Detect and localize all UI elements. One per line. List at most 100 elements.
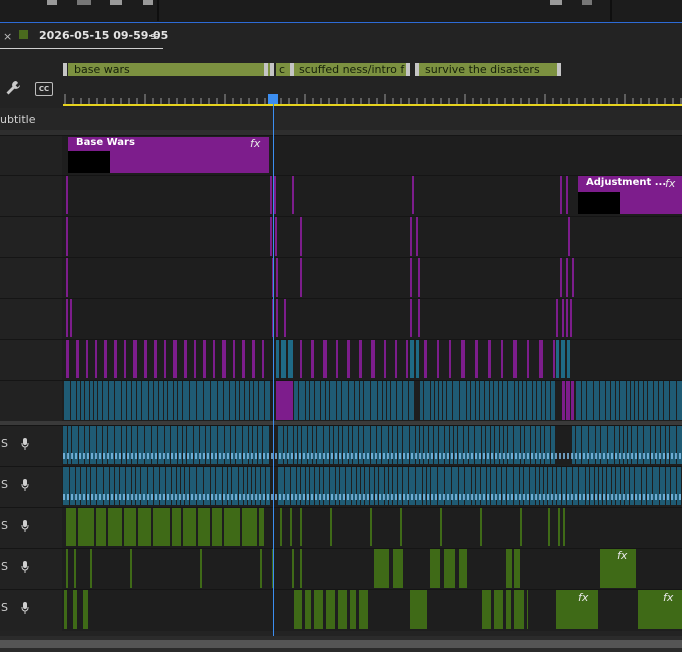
clip-segment[interactable] (606, 381, 610, 420)
clip-segment[interactable] (616, 381, 619, 420)
track-header[interactable] (0, 298, 62, 339)
clip-segment[interactable] (562, 299, 564, 337)
clip-segment[interactable] (300, 508, 302, 546)
clip-segment[interactable] (292, 176, 294, 214)
clip-segment[interactable] (305, 590, 311, 629)
step-back-icon[interactable] (143, 0, 153, 5)
clip-segment[interactable] (311, 340, 314, 378)
clip-segment[interactable] (127, 381, 131, 420)
clip-segment[interactable] (548, 508, 550, 546)
clip-segment[interactable] (412, 176, 414, 214)
clip-segment[interactable] (587, 381, 593, 420)
clip-segment[interactable] (418, 299, 420, 337)
clip-segment[interactable] (280, 508, 282, 546)
clip-segment[interactable] (494, 590, 503, 629)
clip-segment[interactable] (537, 381, 541, 420)
clip-segment[interactable] (416, 217, 418, 256)
clip-segment[interactable] (461, 340, 465, 378)
clip-segment[interactable] (290, 508, 292, 546)
marker-start-handle[interactable] (63, 63, 67, 76)
clip-segment[interactable] (130, 549, 132, 588)
clip-segment[interactable] (164, 340, 166, 378)
marker-end-handle[interactable] (406, 63, 410, 76)
clip-segment[interactable] (420, 381, 423, 420)
clip-segment[interactable] (109, 381, 114, 420)
clip-segment[interactable] (137, 381, 141, 420)
clip-segment[interactable] (300, 258, 302, 297)
clip-segment[interactable] (406, 340, 408, 378)
clip-segment[interactable] (449, 340, 451, 378)
clip-segment[interactable] (480, 381, 484, 420)
video-audio-divider[interactable] (0, 421, 682, 425)
clip-segment[interactable] (527, 340, 529, 378)
clip-segment[interactable] (460, 381, 466, 420)
clip-segment[interactable] (300, 340, 302, 378)
clip-segment[interactable] (315, 381, 320, 420)
clip-segment[interactable] (83, 590, 88, 629)
clip-segment[interactable] (551, 381, 555, 420)
clip-segment[interactable] (124, 508, 136, 546)
clip-segment[interactable] (453, 381, 459, 420)
clip-segment[interactable] (475, 340, 478, 378)
clip-segment[interactable] (159, 381, 163, 420)
clip-segment[interactable] (288, 340, 293, 378)
clip-segment[interactable] (562, 381, 565, 420)
clip-segment[interactable] (172, 508, 181, 546)
clip-segment[interactable] (570, 299, 572, 337)
voice-over-record-icon[interactable] (21, 520, 29, 532)
clip-segment[interactable] (222, 340, 226, 378)
marker-end-handle[interactable] (557, 63, 561, 76)
clip-segment[interactable] (440, 508, 442, 546)
clip-segment[interactable] (174, 381, 177, 420)
sequence-tab-title[interactable]: 2026-05-15 09-59-05 (39, 29, 168, 42)
clip-segment[interactable] (648, 381, 653, 420)
clip-segment[interactable] (144, 340, 147, 378)
clip-segment[interactable] (620, 381, 626, 420)
clip-segment[interactable] (259, 508, 264, 546)
clip-segment[interactable] (74, 549, 76, 588)
clip-segment[interactable] (230, 381, 235, 420)
close-tab-icon[interactable]: × (3, 30, 12, 43)
voice-over-record-icon[interactable] (21, 602, 29, 614)
clip-segment[interactable] (644, 381, 647, 420)
clip-segment[interactable] (218, 381, 223, 420)
clip-segment[interactable] (224, 381, 229, 420)
clip-segment[interactable] (397, 381, 402, 420)
clip-segment[interactable] (410, 258, 412, 297)
clip-segment[interactable] (527, 590, 528, 629)
audio-clip[interactable] (638, 590, 682, 629)
export-icon[interactable] (110, 0, 122, 5)
clip-segment[interactable] (410, 340, 414, 378)
clip-segment[interactable] (300, 549, 302, 588)
clip-segment[interactable] (330, 381, 336, 420)
clip-segment[interactable] (66, 508, 76, 546)
clip-segment[interactable] (527, 381, 532, 420)
clip-segment[interactable] (236, 381, 239, 420)
clip-segment[interactable] (378, 381, 382, 420)
clip-segment[interactable] (476, 381, 479, 420)
track-header[interactable] (0, 175, 62, 216)
marker-base-wars[interactable]: base wars (68, 63, 271, 76)
clip-segment[interactable] (184, 340, 187, 378)
clip-segment[interactable] (471, 381, 475, 420)
video-track[interactable] (62, 257, 682, 299)
clip-segment[interactable] (270, 217, 272, 256)
clip-segment[interactable] (571, 381, 574, 420)
clip-segment[interactable] (260, 549, 262, 588)
clip-segment[interactable] (250, 381, 253, 420)
marker-scuffed-ness-intro[interactable]: scuffed ness/intro f (294, 63, 407, 76)
clip-segment[interactable] (284, 299, 286, 337)
clip-segment[interactable] (561, 340, 565, 378)
track-header[interactable] (0, 507, 62, 548)
clip-segment[interactable] (349, 381, 354, 420)
clip-segment[interactable] (444, 549, 455, 588)
track-header[interactable] (0, 135, 62, 176)
clip-segment[interactable] (566, 258, 568, 297)
track-header[interactable] (0, 425, 62, 466)
clip-segment[interactable] (292, 549, 294, 588)
clip-segment[interactable] (566, 299, 568, 337)
clip-segment[interactable] (108, 508, 122, 546)
clip-segment[interactable] (431, 381, 434, 420)
clip-segment[interactable] (323, 340, 327, 378)
clip-segment[interactable] (178, 381, 182, 420)
